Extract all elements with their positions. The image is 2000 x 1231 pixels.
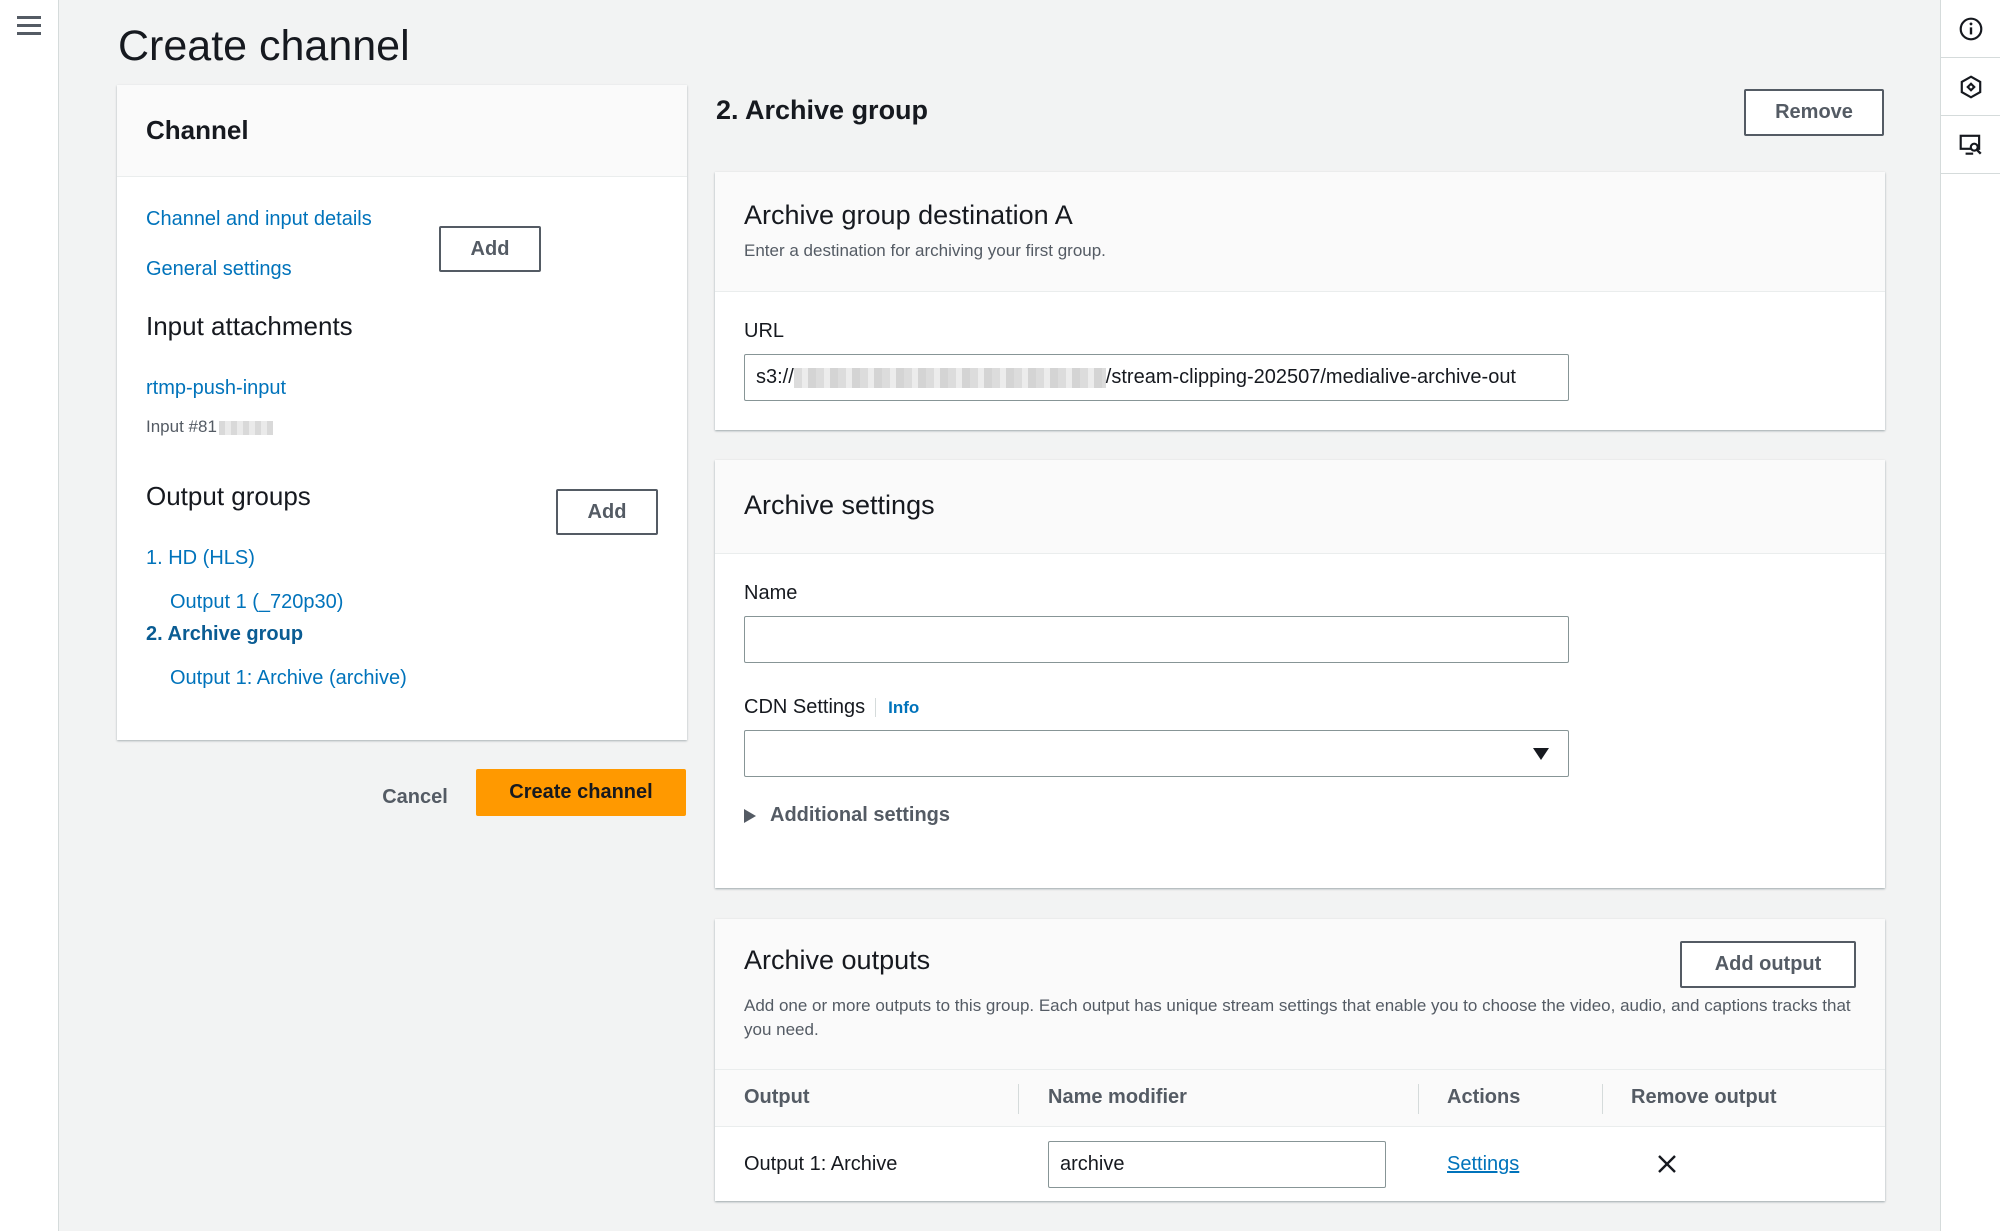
channel-navigation-card: Channel Channel and input details Genera… bbox=[117, 85, 687, 740]
add-output-button[interactable]: Add output bbox=[1680, 941, 1856, 988]
archive-settings-title: Archive settings bbox=[744, 490, 935, 520]
name-input[interactable] bbox=[744, 616, 1569, 663]
input-attachment-link[interactable]: rtmp-push-input bbox=[146, 377, 286, 400]
cdn-settings-label-row: CDN Settings Info bbox=[744, 696, 920, 719]
destination-card: Archive group destination A Enter a dest… bbox=[715, 172, 1885, 430]
column-divider bbox=[1602, 1084, 1603, 1114]
caret-right-icon bbox=[744, 808, 756, 823]
remove-group-button[interactable]: Remove bbox=[1744, 89, 1884, 136]
cdn-settings-label: CDN Settings bbox=[744, 696, 866, 718]
row-output-name: Output 1: Archive bbox=[744, 1153, 898, 1175]
info-panel-button[interactable] bbox=[1941, 0, 2000, 58]
column-header-remove-output: Remove output bbox=[1631, 1086, 1777, 1108]
name-label: Name bbox=[744, 582, 798, 604]
column-header-name-modifier: Name modifier bbox=[1048, 1086, 1187, 1108]
destination-card-header: Archive group destination A Enter a dest… bbox=[715, 172, 1885, 292]
column-header-actions: Actions bbox=[1447, 1086, 1521, 1108]
table-row: Output 1: Archive archive Settings bbox=[715, 1127, 1885, 1201]
nav-card-title: Channel bbox=[146, 115, 249, 145]
additional-settings-toggle[interactable]: Additional settings bbox=[744, 804, 950, 827]
nav-output-group-archive[interactable]: 2. Archive group bbox=[146, 623, 303, 646]
output-groups-title: Output groups bbox=[146, 481, 311, 511]
close-icon[interactable] bbox=[1657, 1154, 1677, 1174]
cdn-info-link[interactable]: Info bbox=[875, 698, 920, 717]
additional-settings-label: Additional settings bbox=[770, 804, 950, 826]
left-navigation-rail bbox=[0, 0, 59, 1231]
nav-card-header: Channel bbox=[117, 85, 687, 177]
create-channel-button[interactable]: Create channel bbox=[476, 769, 686, 816]
nav-link-channel-input-details[interactable]: Channel and input details bbox=[146, 208, 372, 231]
add-output-group-button[interactable]: Add bbox=[556, 489, 658, 535]
monitoring-panel-button[interactable] bbox=[1941, 116, 2000, 174]
nav-output-archive[interactable]: Output 1: Archive (archive) bbox=[170, 667, 407, 690]
column-divider bbox=[1418, 1084, 1419, 1114]
input-attachments-title: Input attachments bbox=[146, 311, 353, 341]
nav-output-720p30[interactable]: Output 1 (_720p30) bbox=[170, 591, 343, 614]
info-circle-icon bbox=[1959, 17, 1983, 40]
archive-outputs-title: Archive outputs bbox=[744, 945, 931, 975]
url-label: URL bbox=[744, 320, 785, 342]
column-header-output: Output bbox=[744, 1086, 810, 1108]
hamburger-menu-icon[interactable] bbox=[17, 16, 41, 35]
archive-settings-card: Archive settings Name CDN Settings Info A… bbox=[715, 460, 1885, 888]
archive-settings-header: Archive settings bbox=[715, 460, 1885, 554]
cdn-settings-select[interactable] bbox=[744, 730, 1569, 777]
input-id-prefix: Input #81 bbox=[146, 417, 217, 436]
nav-link-general-settings[interactable]: General settings bbox=[146, 258, 292, 281]
archive-outputs-card: Archive outputs Add one or more outputs … bbox=[715, 919, 1885, 1201]
nav-output-group-hd-hls[interactable]: 1. HD (HLS) bbox=[146, 547, 255, 570]
row-settings-link[interactable]: Settings bbox=[1447, 1153, 1519, 1176]
add-input-attachment-button[interactable]: Add bbox=[439, 226, 541, 272]
redacted-bucket bbox=[793, 367, 1106, 388]
page-title: Create channel bbox=[118, 22, 410, 70]
hexagon-settings-icon bbox=[1960, 74, 1982, 99]
input-id-text: Input #81 bbox=[146, 417, 273, 437]
right-tools-rail bbox=[1940, 0, 2000, 1231]
caret-down-icon bbox=[1533, 748, 1549, 760]
column-divider bbox=[1018, 1084, 1019, 1114]
url-prefix: s3:// bbox=[756, 366, 794, 388]
destination-description: Enter a destination for archiving your f… bbox=[744, 241, 1106, 260]
name-modifier-input[interactable]: archive bbox=[1048, 1141, 1386, 1188]
cancel-button[interactable]: Cancel bbox=[365, 774, 465, 820]
redacted-id bbox=[218, 420, 273, 435]
outputs-table-header: Output Name modifier Actions Remove outp… bbox=[715, 1069, 1885, 1127]
resources-panel-button[interactable] bbox=[1941, 58, 2000, 116]
destination-title: Archive group destination A bbox=[744, 200, 1073, 230]
url-suffix: /stream-clipping-202507/medialive-archiv… bbox=[1105, 366, 1516, 388]
archive-outputs-description: Add one or more outputs to this group. E… bbox=[744, 996, 1851, 1039]
screen-search-icon bbox=[1959, 134, 1982, 155]
archive-group-title: 2. Archive group bbox=[716, 95, 929, 125]
url-input[interactable]: s3:// /stream-clipping-202507/medialive-a… bbox=[744, 354, 1569, 401]
